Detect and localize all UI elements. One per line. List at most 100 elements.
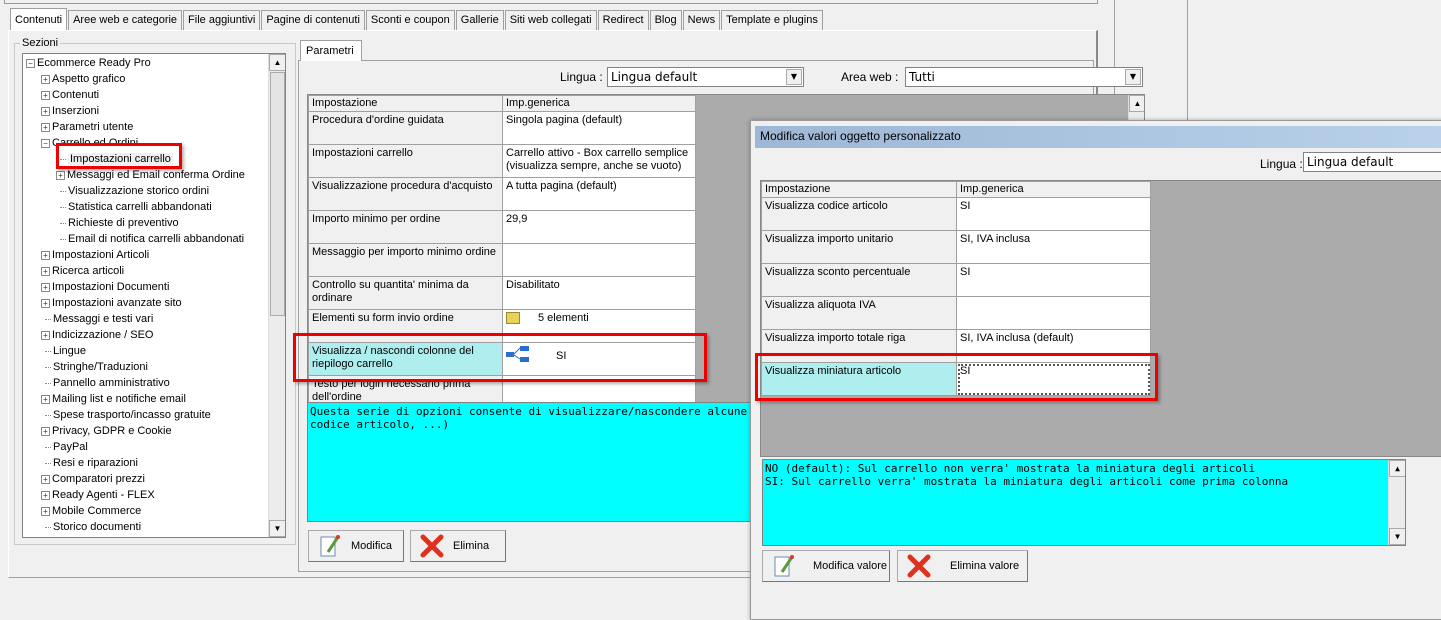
- tab-pagine-di-contenuti[interactable]: Pagine di contenuti: [261, 10, 365, 30]
- expand-icon[interactable]: +: [56, 170, 65, 180]
- expand-icon[interactable]: +: [41, 106, 50, 116]
- tree-item[interactable]: Storico documenti: [41, 519, 141, 535]
- setting-value-cell[interactable]: SI: [956, 263, 1151, 297]
- tab-blog[interactable]: Blog: [649, 10, 682, 30]
- tab-siti-web-collegati[interactable]: Siti web collegati: [504, 10, 597, 30]
- tree-item[interactable]: Statistica carrelli abbandonati: [56, 199, 212, 215]
- tree-item[interactable]: Resi e riparazioni: [41, 455, 138, 471]
- setting-name[interactable]: Visualizza aliquota IVA: [761, 296, 957, 330]
- tree-item[interactable]: Richieste di preventivo: [56, 215, 179, 231]
- elimina-button[interactable]: Elimina: [410, 530, 506, 562]
- setting-name[interactable]: Visualizza sconto percentuale: [761, 263, 957, 297]
- tree-item[interactable]: + Ricerca articoli: [41, 263, 124, 279]
- tree-item[interactable]: Stringhe/Traduzioni: [41, 359, 148, 375]
- grid-row[interactable]: Impostazioni carrello Carrello attivo - B…: [308, 144, 696, 178]
- expand-icon[interactable]: +: [41, 90, 50, 100]
- scroll-down-icon[interactable]: ▼: [1389, 528, 1405, 545]
- expand-icon[interactable]: +: [41, 490, 50, 500]
- tree-item[interactable]: + Comparatori prezzi: [41, 471, 145, 487]
- scroll-down-icon[interactable]: ▼: [269, 520, 285, 537]
- setting-value-cell[interactable]: Carrello attivo - Box carrello semplice …: [502, 144, 696, 178]
- grid-row[interactable]: Visualizza sconto percentuale SI: [761, 263, 1151, 297]
- expand-icon[interactable]: +: [41, 250, 50, 260]
- tree-item[interactable]: + Parametri utente: [41, 119, 133, 135]
- tab-redirect[interactable]: Redirect: [597, 10, 649, 30]
- grid-row[interactable]: Visualizza codice articolo SI: [761, 197, 1151, 231]
- lingua-select[interactable]: Lingua default ▼: [607, 67, 804, 87]
- setting-value-cell[interactable]: SI, IVA inclusa: [956, 230, 1151, 264]
- grid-row[interactable]: Importo minimo per ordine 29,9: [308, 210, 696, 244]
- setting-name[interactable]: Visualizza importo unitario: [761, 230, 957, 264]
- expand-icon[interactable]: +: [41, 330, 50, 340]
- tree-item[interactable]: + Messaggi ed Email conferma Ordine: [56, 167, 245, 183]
- setting-value-cell[interactable]: 29,9: [502, 210, 696, 244]
- dialog-grid[interactable]: Impostazione Imp.generica Visualizza codic…: [760, 180, 1441, 457]
- tree-item[interactable]: + Impostazioni Articoli: [41, 247, 149, 263]
- setting-value-cell[interactable]: A tutta pagina (default): [502, 177, 696, 211]
- elimina-valore-button[interactable]: Elimina valore: [897, 550, 1028, 582]
- tree-item[interactable]: Messaggi e testi vari: [41, 311, 153, 327]
- tree-item[interactable]: + Indicizzazione / SEO: [41, 327, 154, 343]
- tab-aree-web-e-categorie[interactable]: Aree web e categorie: [68, 10, 183, 30]
- setting-name[interactable]: Importo minimo per ordine: [308, 210, 503, 244]
- grid-row[interactable]: Visualizzazione procedura d'acquisto A tu…: [308, 177, 696, 211]
- scroll-thumb[interactable]: [270, 72, 285, 316]
- expand-icon[interactable]: +: [41, 298, 50, 308]
- collapse-icon[interactable]: −: [41, 138, 50, 148]
- tree-item[interactable]: + Aspetto grafico: [41, 71, 125, 87]
- setting-name[interactable]: Controllo su quantita' minima da ordinar…: [308, 276, 503, 310]
- grid-row[interactable]: Messaggio per importo minimo ordine: [308, 243, 696, 277]
- tree-item[interactable]: Spese trasporto/incasso gratuite: [41, 407, 211, 423]
- expand-icon[interactable]: +: [41, 506, 50, 516]
- tab-gallerie[interactable]: Gallerie: [455, 10, 504, 30]
- tree-item[interactable]: Email di notifica carrelli abbandonati: [56, 231, 244, 247]
- expand-icon[interactable]: +: [41, 266, 50, 276]
- setting-value-cell[interactable]: SI: [956, 197, 1151, 231]
- expand-icon[interactable]: +: [41, 394, 50, 404]
- tab-template-e-plugins[interactable]: Template e plugins: [721, 10, 823, 30]
- setting-value-cell[interactable]: Singola pagina (default): [502, 111, 696, 145]
- scroll-up-icon[interactable]: ▲: [1129, 95, 1144, 112]
- grid-row[interactable]: Visualizza aliquota IVA: [761, 296, 1151, 330]
- sections-tree[interactable]: − Ecommerce Ready Pro + Aspetto grafico + Co…: [22, 53, 286, 538]
- setting-value-cell[interactable]: [502, 243, 696, 277]
- chevron-down-icon[interactable]: ▼: [1125, 69, 1141, 85]
- chevron-down-icon[interactable]: ▼: [786, 69, 802, 85]
- expand-icon[interactable]: +: [41, 282, 50, 292]
- grid-row[interactable]: Visualizza importo unitario SI, IVA inclu…: [761, 230, 1151, 264]
- expand-icon[interactable]: +: [41, 74, 50, 84]
- tree-item[interactable]: Pannello amministrativo: [41, 375, 170, 391]
- column-header[interactable]: Imp.generica: [956, 181, 1151, 198]
- dialog-lingua-select[interactable]: Lingua default: [1303, 152, 1441, 172]
- tree-item[interactable]: PayPal: [41, 439, 88, 455]
- scroll-up-icon[interactable]: ▲: [269, 54, 285, 71]
- expand-icon[interactable]: +: [41, 426, 50, 436]
- tree-item[interactable]: Visualizzazione storico ordini: [56, 183, 209, 199]
- modifica-valore-button[interactable]: Modifica valore: [762, 550, 890, 582]
- grid-row[interactable]: Controllo su quantita' minima da ordinar…: [308, 276, 696, 310]
- tab-news[interactable]: News: [682, 10, 721, 30]
- tree-item[interactable]: + Mailing list e notifiche email: [41, 391, 186, 407]
- tree-root[interactable]: − Ecommerce Ready Pro: [26, 55, 151, 71]
- description-scrollbar[interactable]: ▲ ▼: [1388, 460, 1405, 545]
- area-web-select[interactable]: Tutti ▼: [905, 67, 1143, 87]
- tree-scrollbar[interactable]: ▲ ▼: [268, 54, 285, 537]
- tree-item[interactable]: + Mobile Commerce: [41, 503, 141, 519]
- column-header[interactable]: Impostazione: [761, 181, 957, 198]
- tab-parametri[interactable]: Parametri: [300, 40, 362, 61]
- setting-name[interactable]: Procedura d'ordine guidata: [308, 111, 503, 145]
- column-header[interactable]: Imp.generica: [502, 95, 696, 112]
- tree-item[interactable]: + Impostazioni Documenti: [41, 279, 169, 295]
- scroll-up-icon[interactable]: ▲: [1389, 460, 1405, 477]
- setting-value-cell[interactable]: Disabilitato: [502, 276, 696, 310]
- expand-icon[interactable]: +: [41, 122, 50, 132]
- collapse-icon[interactable]: −: [26, 58, 35, 68]
- setting-name[interactable]: Visualizzazione procedura d'acquisto: [308, 177, 503, 211]
- tab-sconti-e-coupon[interactable]: Sconti e coupon: [365, 10, 455, 30]
- tree-item[interactable]: + Privacy, GDPR e Cookie: [41, 423, 172, 439]
- setting-value-cell[interactable]: [956, 296, 1151, 330]
- setting-name[interactable]: Impostazioni carrello: [308, 144, 503, 178]
- modifica-button[interactable]: Modifica: [308, 530, 404, 562]
- tree-item[interactable]: Lingue: [41, 343, 86, 359]
- tree-item[interactable]: + Inserzioni: [41, 103, 99, 119]
